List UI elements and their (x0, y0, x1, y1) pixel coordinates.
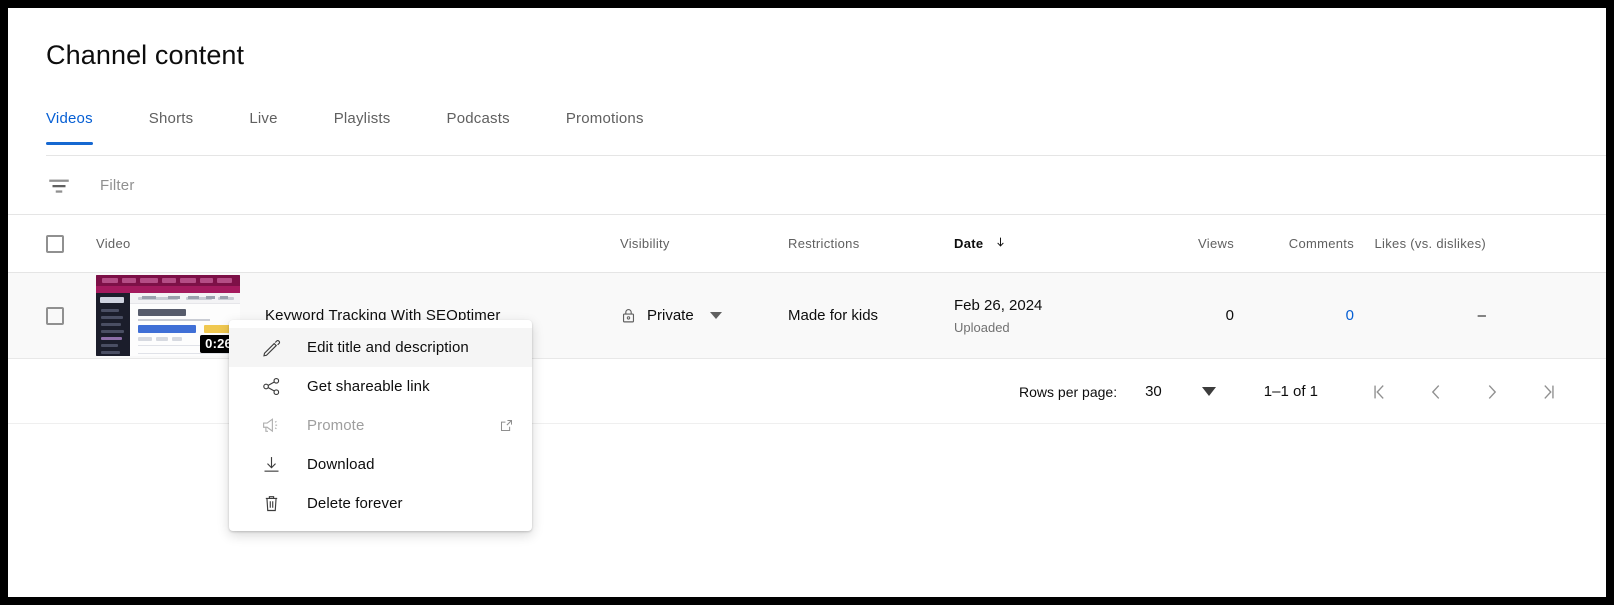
menu-item-label: Download (307, 456, 375, 473)
tab-shorts[interactable]: Shorts (149, 104, 194, 127)
last-page-button[interactable] (1520, 372, 1576, 412)
video-options-menu: Edit title and description Get shareable… (229, 320, 532, 531)
lock-icon (620, 307, 637, 324)
video-thumbnail[interactable]: 0:26 (96, 275, 240, 356)
views-value: 0 (1226, 307, 1234, 324)
filter-bar: Filter (46, 156, 1606, 214)
tab-label: Videos (46, 110, 93, 127)
pagination-range: 1–1 of 1 (1264, 383, 1318, 400)
likes-value: – (1478, 307, 1486, 324)
share-icon (261, 376, 282, 397)
chevron-down-icon[interactable] (710, 312, 722, 319)
tab-playlists[interactable]: Playlists (334, 104, 391, 127)
rows-per-page-label: Rows per page: (1019, 384, 1117, 400)
first-page-button[interactable] (1352, 372, 1408, 412)
table-header-row: Video Visibility Restrictions Date Views… (8, 215, 1606, 273)
external-link-icon (499, 418, 514, 433)
visibility-cell[interactable]: Private (620, 307, 788, 324)
menu-item-label: Delete forever (307, 495, 403, 512)
select-all-checkbox[interactable] (46, 235, 64, 253)
comments-value[interactable]: 0 (1346, 307, 1354, 324)
download-icon (261, 454, 282, 475)
rows-per-page-chevron-down-icon[interactable] (1202, 387, 1216, 396)
header-restrictions[interactable]: Restrictions (788, 236, 954, 251)
header-date[interactable]: Date (954, 236, 1134, 252)
tab-podcasts[interactable]: Podcasts (447, 104, 510, 127)
views-cell: 0 (1134, 307, 1234, 325)
header-video[interactable]: Video (64, 236, 620, 251)
menu-item-delete-forever[interactable]: Delete forever (229, 484, 532, 523)
previous-page-button[interactable] (1408, 372, 1464, 412)
date-value: Feb 26, 2024 (954, 297, 1134, 314)
pencil-icon (261, 337, 282, 358)
tab-label: Podcasts (447, 110, 510, 127)
date-status: Uploaded (954, 320, 1134, 335)
tab-promotions[interactable]: Promotions (566, 104, 644, 127)
megaphone-icon (261, 415, 282, 436)
tab-label: Shorts (149, 110, 194, 127)
trash-icon (261, 493, 282, 514)
sort-descending-icon (994, 236, 1007, 252)
header-visibility[interactable]: Visibility (620, 236, 788, 251)
header-views[interactable]: Views (1134, 236, 1234, 251)
menu-item-edit-title-and-description[interactable]: Edit title and description (229, 328, 532, 367)
tab-label: Live (249, 110, 277, 127)
row-select-checkbox[interactable] (46, 307, 64, 325)
menu-item-label: Promote (307, 417, 364, 434)
likes-cell: – (1354, 307, 1514, 325)
visibility-label: Private (647, 307, 694, 324)
next-page-button[interactable] (1464, 372, 1520, 412)
page-title: Channel content (46, 40, 244, 71)
tab-label: Playlists (334, 110, 391, 127)
header-likes[interactable]: Likes (vs. dislikes) (1354, 236, 1514, 251)
pagination-controls (1352, 372, 1576, 412)
date-cell: Feb 26, 2024 Uploaded (954, 297, 1134, 335)
menu-item-get-shareable-link[interactable]: Get shareable link (229, 367, 532, 406)
comments-cell: 0 (1234, 307, 1354, 325)
tab-videos[interactable]: Videos (46, 104, 93, 127)
channel-content-page: Channel content Videos Shorts Live Playl… (8, 8, 1606, 597)
thumb-browser-toolbar (96, 286, 240, 293)
header-comments[interactable]: Comments (1234, 236, 1354, 251)
header-date-label: Date (954, 236, 983, 251)
filter-icon[interactable] (46, 172, 72, 198)
tab-label: Promotions (566, 110, 644, 127)
filter-input[interactable]: Filter (100, 177, 135, 194)
rows-per-page-value[interactable]: 30 (1145, 383, 1162, 400)
restrictions-cell: Made for kids (788, 307, 954, 325)
tab-live[interactable]: Live (249, 104, 277, 127)
menu-item-download[interactable]: Download (229, 445, 532, 484)
menu-item-label: Get shareable link (307, 378, 430, 395)
menu-item-promote: Promote (229, 406, 532, 445)
menu-item-label: Edit title and description (307, 339, 469, 356)
restrictions-label: Made for kids (788, 307, 878, 324)
content-tabs: Videos Shorts Live Playlists Podcasts Pr… (46, 104, 700, 152)
